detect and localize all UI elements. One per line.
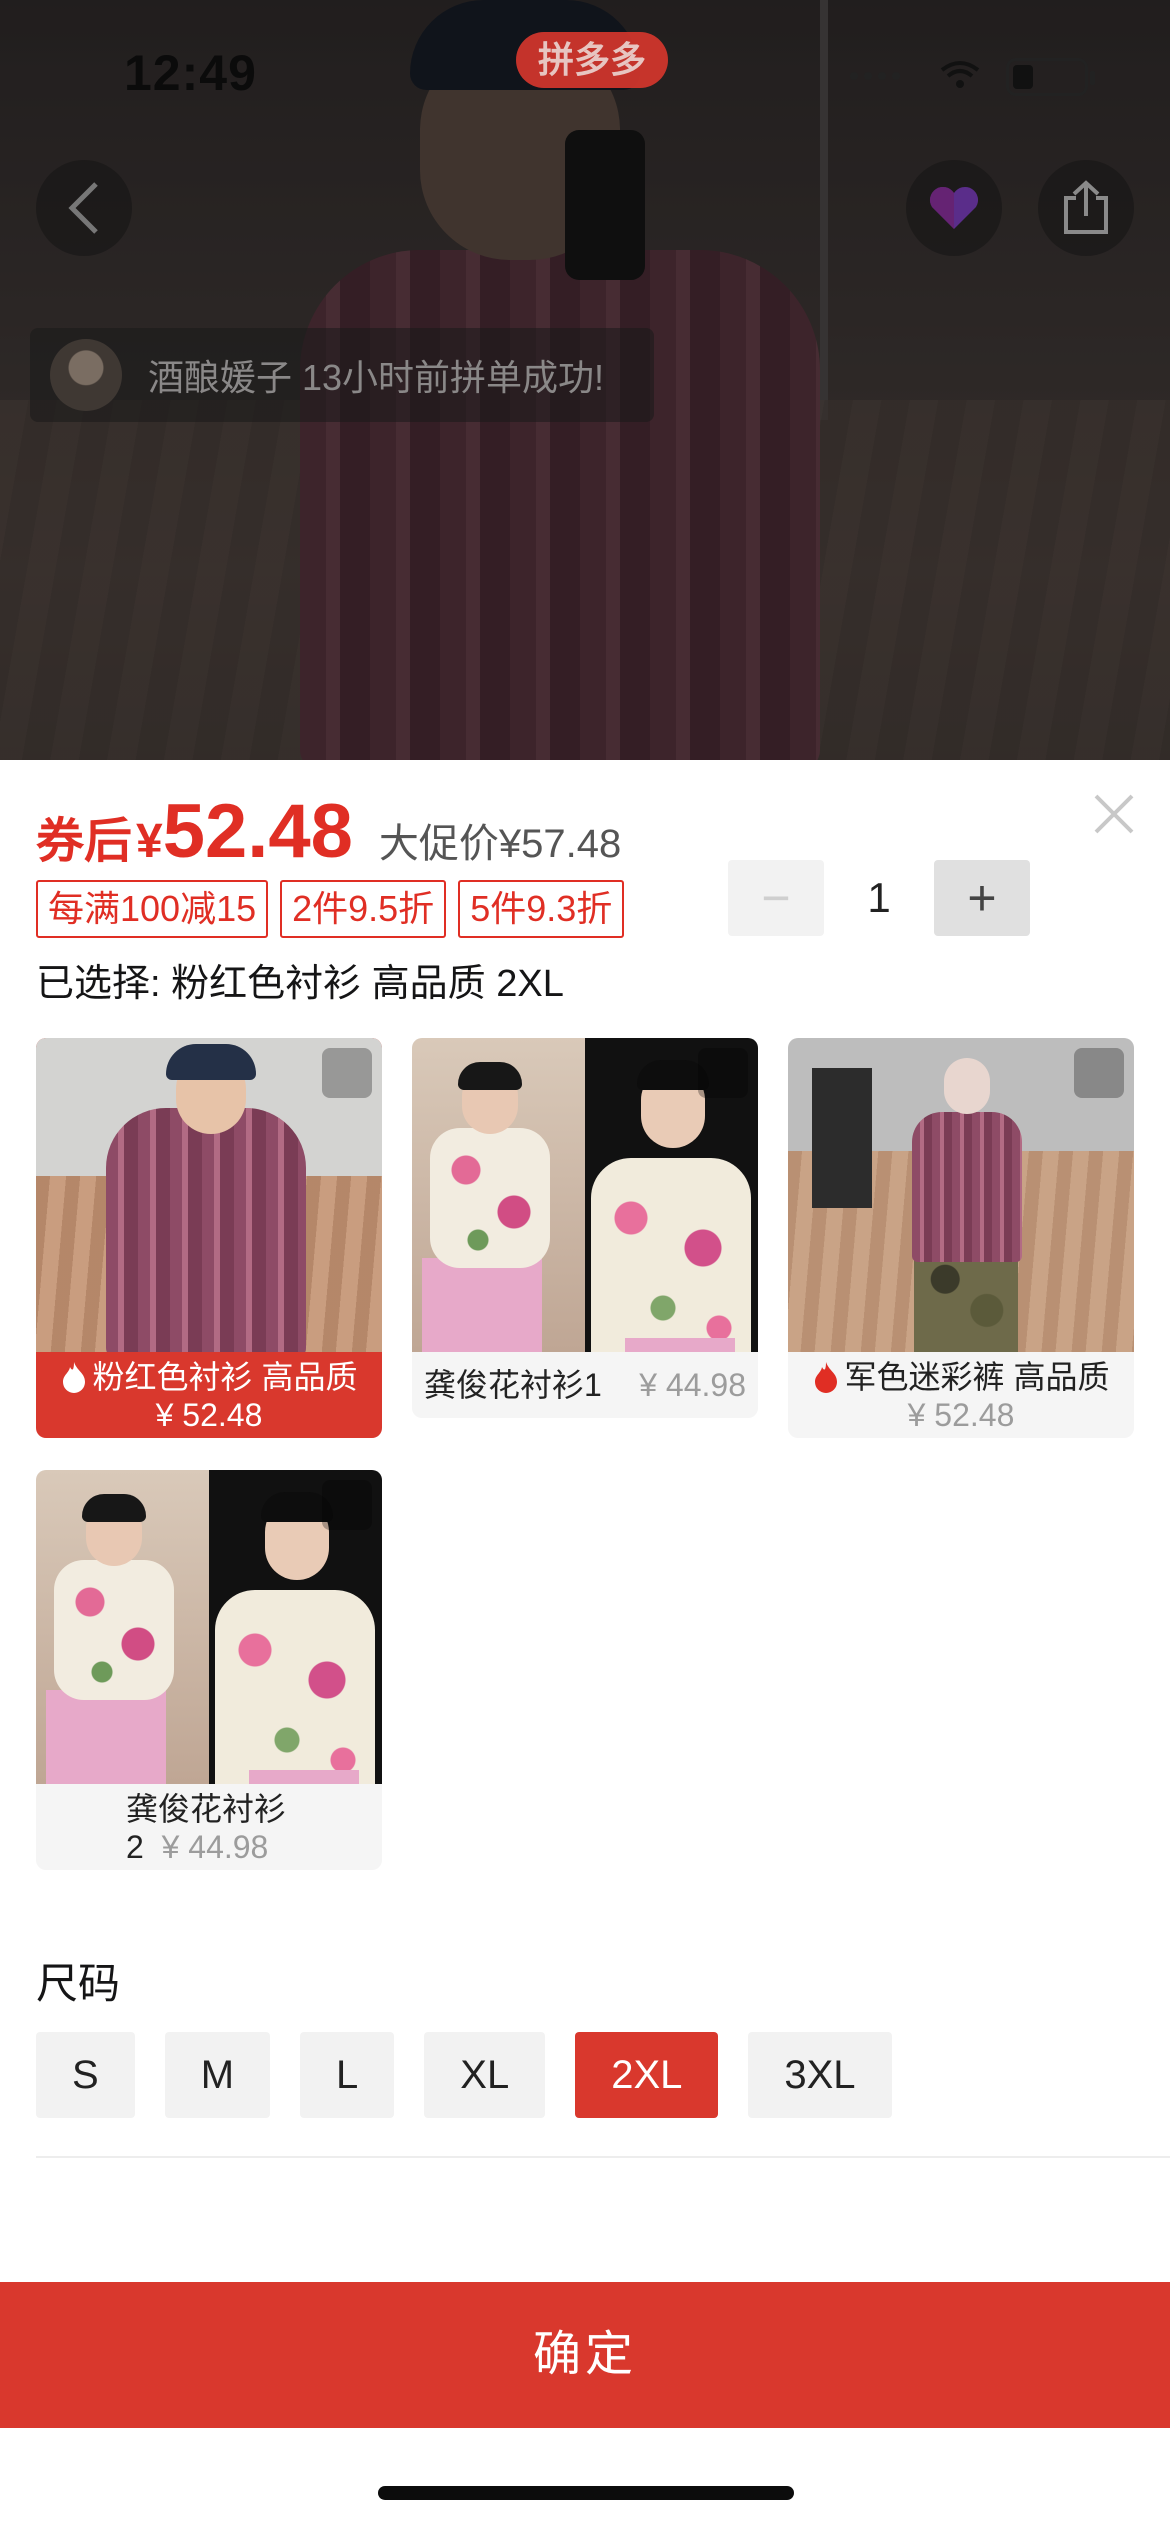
option-price: ¥ 44.98 [161,1829,269,1865]
battery-icon [1006,58,1095,96]
discount-tag: 2件9.5折 [280,880,447,938]
status-bar: 12:49 拼多多 [0,0,1170,150]
selected-summary: 已选择: 粉红色衬衫 高品质 2XL [36,963,564,1005]
option-image [788,1038,1134,1352]
option-name: 军色迷彩裤 高品质 [844,1359,1110,1395]
group-buy-notice: 酒酿媛子 13小时前拼单成功! [30,328,654,422]
quantity-stepper: − 1 + [728,860,1030,936]
status-time: 12:49 [124,45,257,101]
close-icon[interactable] [1092,792,1136,836]
option-card-pink-shirt[interactable]: 粉红色衬衫 高品质 ¥ 52.48 [36,1038,382,1438]
pinduoduo-badge: 拼多多 [516,32,669,88]
option-card-floral-shirt-2[interactable]: 龚俊花衬衫 2 ¥ 44.98 [36,1470,382,1870]
sku-selection-sheet: 券后 ¥ 52.48 大促价¥57.48 每满100减15 2件9.5折 5件9… [0,760,1170,2532]
size-option-s[interactable]: S [36,2032,135,2118]
option-name: 粉红色衬衫 高品质 [92,1359,358,1395]
share-icon [1064,180,1108,234]
size-option-l[interactable]: L [300,2032,395,2118]
flame-icon [814,1362,837,1393]
price-value: 52.48 [162,789,353,874]
size-option-2xl[interactable]: 2XL [575,2032,719,2118]
option-price: ¥ 52.48 [155,1397,263,1433]
coupon-label: 券后 [36,815,133,868]
price-row: 券后 ¥ 52.48 大促价¥57.48 [36,788,621,875]
option-label: 粉红色衬衫 高品质 ¥ 52.48 [36,1352,382,1438]
discount-tag: 每满100减15 [36,880,269,938]
notice-text: 酒酿媛子 13小时前拼单成功! [148,357,605,398]
expand-icon[interactable] [698,1048,748,1098]
size-option-xl[interactable]: XL [424,2032,546,2118]
option-price: ¥ 44.98 [639,1367,746,1403]
increase-button[interactable]: + [934,860,1030,936]
expand-icon[interactable] [1074,1048,1124,1098]
size-title: 尺码 [36,1960,121,2007]
option-image [412,1038,758,1352]
discount-tag: 5件9.3折 [458,880,625,938]
confirm-button[interactable]: 确定 [0,2282,1170,2428]
avatar [50,339,122,411]
divider [36,2156,1170,2158]
decrease-button[interactable]: − [728,860,824,936]
option-image [36,1470,382,1784]
option-label: 军色迷彩裤 高品质 ¥ 52.48 [788,1352,1134,1438]
flame-icon [62,1362,85,1393]
quantity-value[interactable]: 1 [824,874,934,922]
discount-tags: 每满100减15 2件9.5折 5件9.3折 [36,880,625,938]
favorite-button[interactable] [906,160,1002,256]
option-image [36,1038,382,1352]
heart-icon [929,186,979,229]
option-label: 龚俊花衬衫 2 ¥ 44.98 [36,1784,382,1870]
option-card-camo-pants[interactable]: 军色迷彩裤 高品质 ¥ 52.48 [788,1038,1134,1438]
home-indicator [378,2486,794,2500]
share-button[interactable] [1038,160,1134,256]
option-label: 龚俊花衬衫1 ¥ 44.98 [412,1352,758,1418]
cellular-signal-icon [850,72,900,80]
wifi-icon [940,61,980,88]
option-name: 龚俊花衬衫1 [424,1367,602,1403]
currency-symbol: ¥ [136,815,163,868]
size-options: S M L XL 2XL 3XL [36,2032,892,2118]
option-name-suffix: 2 [126,1829,144,1865]
size-option-m[interactable]: M [164,2032,271,2118]
promo-price: 大促价¥57.48 [378,822,622,866]
size-option-3xl[interactable]: 3XL [748,2032,892,2118]
expand-icon[interactable] [322,1048,372,1098]
option-price: ¥ 52.48 [907,1397,1015,1433]
expand-icon[interactable] [322,1480,372,1530]
option-card-floral-shirt-1[interactable]: 龚俊花衬衫1 ¥ 44.98 [412,1038,758,1418]
chevron-left-icon [68,182,98,234]
option-name: 龚俊花衬衫 [126,1791,287,1827]
back-button[interactable] [36,160,132,256]
